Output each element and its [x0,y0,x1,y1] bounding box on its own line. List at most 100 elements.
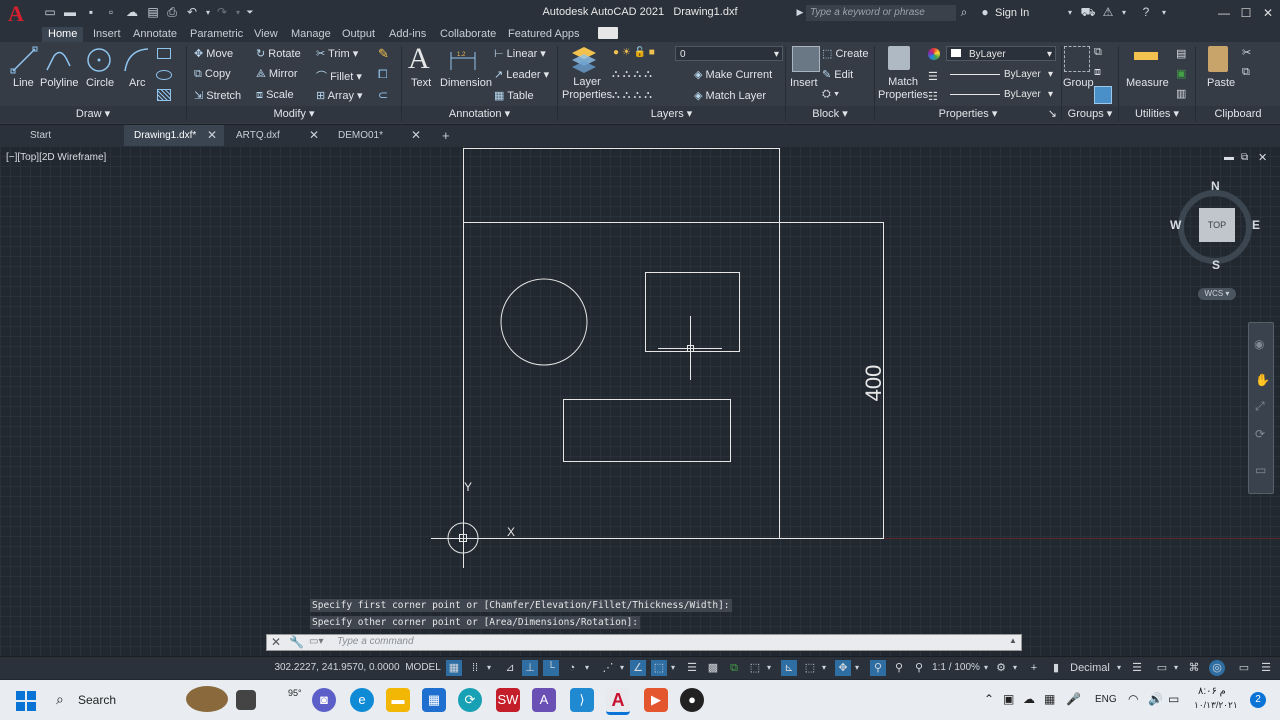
edit-block-button[interactable]: ✎ Edit [822,68,853,81]
autodesk-a360-icon[interactable]: ⚠ [1100,5,1116,20]
paste-button[interactable]: Paste [1207,77,1235,89]
measure-icon[interactable] [1134,52,1158,60]
command-history-toggle-icon[interactable]: ▲ [1009,636,1017,645]
table-button[interactable]: ▦ Table [494,89,534,102]
microphone-icon[interactable]: 🎤 [1066,692,1081,706]
tab-add-ins[interactable]: Add-ins [383,27,432,42]
group-icon[interactable] [1064,46,1090,72]
quick-properties-icon[interactable]: ☰ [1129,660,1145,676]
annotation-scale-icon[interactable]: ⚲ [911,660,927,676]
chat-icon[interactable]: ◙ [312,688,336,712]
layer-tools-icons-2[interactable]: ⛬ ⛬ ⛬ ⛬ [612,89,652,102]
close-tab-icon[interactable]: ✕ [207,125,217,146]
app-icon-1[interactable]: ⟳ [458,688,482,712]
navigation-bar[interactable]: ◉ ✋ ⤢ ⟳ ▭ [1248,322,1274,494]
explode-icon[interactable]: ⧠ [378,67,388,82]
model-space-button[interactable]: MODEL [404,660,442,676]
layer-tools-icons[interactable]: ⛬ ⛬ ⛬ ⛬ [612,68,652,81]
lineweight-display-icon[interactable]: ☰ [684,660,700,676]
layers-panel-title[interactable]: Layers ▾ [558,106,785,123]
units-dropdown-icon[interactable]: ▾ [1114,660,1124,676]
group-select-icon[interactable] [1094,86,1112,104]
linear-button[interactable]: ⊢ Linear ▾ [494,47,546,60]
polyline-icon[interactable] [44,46,72,74]
text-button[interactable]: Text [411,77,431,89]
pan-icon[interactable]: ✋ [1255,373,1270,387]
mirror-button[interactable]: ⟁ Mirror [256,68,298,81]
viewcube-top-face[interactable]: TOP [1199,208,1235,242]
grid-icon[interactable]: ▦ [446,660,462,676]
group-button[interactable]: Group [1063,77,1094,89]
linetype-dropdown[interactable]: ByLayer ▾ [946,67,1056,82]
zoom-extents-icon[interactable]: ⤢ [1255,399,1265,414]
object-snap-icon[interactable]: ⬚ [651,660,667,676]
text-icon[interactable]: A [408,42,430,76]
auto-scale-icon[interactable]: ⚲ [891,660,907,676]
sign-in-link[interactable]: Sign In [995,7,1029,19]
linetype-icon[interactable]: ☷ [928,90,938,103]
notification-badge[interactable]: 2 [1250,692,1266,708]
3d-osnap-dropdown-icon[interactable]: ▾ [764,660,774,676]
tab-home[interactable]: Home [42,27,84,42]
gizmo-dropdown-icon[interactable]: ▾ [852,660,862,676]
selection-cycling-icon[interactable]: ⧉ [726,660,742,676]
solidworks-icon[interactable]: SW [496,688,520,712]
annotation-panel-title[interactable]: Annotation ▾ [402,106,557,123]
infer-constraints-icon[interactable]: ⊿ [502,660,518,676]
calculator-icon[interactable]: ▤ [1176,47,1186,60]
layer-properties-icon[interactable] [570,45,598,73]
move-button[interactable]: ✥ Move [194,47,233,60]
close-command-icon[interactable]: ✕ [271,635,281,649]
tab-collaborate[interactable]: Collaborate [434,27,502,42]
annotation-scale-readout[interactable]: 1:1 / 100% [930,660,982,676]
help-search-input[interactable]: Type a keyword or phrase [806,5,956,21]
user-icon[interactable]: ● [977,5,993,20]
customization-icon[interactable]: ☰ [1258,660,1274,676]
insert-block-icon[interactable] [792,46,820,72]
gizmo-icon[interactable]: ✥ [835,660,851,676]
fillet-button[interactable]: ⌒ Fillet ▾ [316,68,362,84]
customize-command-icon[interactable]: 🔧 [289,635,304,649]
volume-icon[interactable]: 🔊 [1148,692,1163,706]
match-properties-icon[interactable] [888,46,910,70]
clean-screen-icon[interactable]: ▭ [1236,660,1252,676]
draw-panel-title[interactable]: Draw ▾ [0,106,186,123]
cart-icon[interactable]: ⛟ [1080,5,1096,20]
orbit-icon[interactable]: ⟳ [1255,427,1265,441]
color-wheel-icon[interactable] [928,48,940,60]
rectangle-icon[interactable] [157,48,171,59]
file-explorer-icon[interactable]: ▬ [386,688,410,712]
utilities-panel-title[interactable]: Utilities ▾ [1119,106,1195,123]
offset-icon[interactable]: ⊂ [378,88,388,102]
tab-parametric[interactable]: Parametric [184,27,249,42]
tray-icon-1[interactable]: ▣ [1003,692,1014,706]
help-dropdown-icon[interactable]: ▾ [1156,5,1172,20]
tray-icon-2[interactable]: ▦ [1044,692,1055,706]
close-button[interactable]: ✕ [1258,4,1278,22]
circle-button[interactable]: Circle [86,77,114,89]
trim-button[interactable]: ✂ Trim ▾ [316,47,358,60]
tray-cloud-icon[interactable]: ☁ [1023,692,1035,706]
groups-panel-title[interactable]: Groups ▾ [1062,106,1118,123]
viewcube-east[interactable]: E [1252,218,1260,232]
rotate-button[interactable]: ↻ Rotate [256,47,301,60]
dimension-button[interactable]: Dimension [440,77,492,89]
app-icon-3[interactable]: ▶ [644,688,668,712]
polyline-button[interactable]: Polyline [40,77,79,89]
battery-icon[interactable]: ▭ [1168,692,1179,706]
group-edit-icon[interactable]: ⧈ [1094,66,1101,79]
annotation-visibility-icon[interactable]: ⚲ [870,660,886,676]
units-readout[interactable]: Decimal [1066,660,1114,676]
dimension-text[interactable]: 400 [861,361,887,405]
help-icon[interactable]: ? [1138,5,1154,20]
clock-date[interactable]: ۱۰/۱۳/۲۰۲۱ [1194,700,1238,711]
isolate-objects-icon[interactable]: ⌘ [1186,660,1202,676]
annotation-monitor-icon[interactable]: + [1026,660,1042,676]
circle-icon[interactable] [85,46,113,74]
erase-icon[interactable]: ✎ [378,46,389,62]
new-tab-icon[interactable]: + [442,128,450,143]
polar-dropdown-icon[interactable]: ▾ [582,660,592,676]
sign-in-dropdown-icon[interactable]: ▾ [1062,5,1078,20]
leader-button[interactable]: ↗ Leader ▾ [494,68,549,81]
hardware-acceleration-icon[interactable]: ◎ [1209,660,1225,676]
